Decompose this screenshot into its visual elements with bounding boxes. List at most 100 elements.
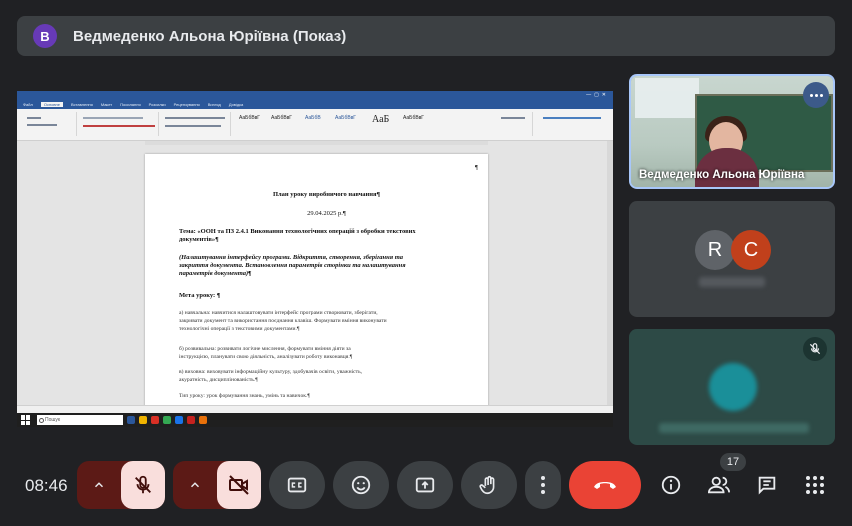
doc-subtopic-line-1: (Налаштування інтерфейсу програми. Відкр… [179,254,404,261]
raise-hand-button[interactable] [461,461,517,509]
word-app-icon[interactable] [127,416,135,424]
camera-control-group [173,461,261,509]
word-status-bar [17,405,613,413]
ribbon-control [543,117,601,119]
meeting-info-button[interactable] [651,465,691,505]
mic-toggle-button[interactable] [121,461,165,509]
browser-icon[interactable] [151,416,159,424]
mic-muted-icon [803,337,827,361]
present-screen-icon [415,477,435,493]
more-options-icon[interactable] [803,82,829,108]
more-vertical-icon [541,476,545,494]
ribbon-tab: Вигляд [207,102,221,107]
emoji-icon [351,475,371,495]
people-button[interactable] [699,465,739,505]
word-title-bar: —▢✕ [17,91,613,100]
document-page[interactable]: ¶ План уроку виробничого навчання¶ 29.04… [145,154,488,414]
explorer-icon[interactable] [139,416,147,424]
closed-captions-icon [287,477,307,493]
vertical-scrollbar[interactable] [607,141,613,413]
doc-goal-c-2: акуратність, дисциплінованість.¶ [179,377,258,383]
ribbon-control [501,117,525,119]
ribbon-tab: Макет [100,102,113,107]
doc-goal-b-1: б) розвивальна: розвивати логічне мислен… [179,346,351,352]
apps-grid-icon [806,476,824,494]
word-ribbon: АаБбВвГ АаБбВвГ АаБбВ АаБбВвГ АаБ АаБбВв… [17,109,613,141]
chat-icon [758,476,776,495]
meet-window: В Ведмеденко Альона Юріївна (Показ) —▢✕ … [0,0,852,526]
more-options-button[interactable] [525,461,561,509]
ribbon-tab: Рецензування [173,102,200,107]
window-controls: —▢✕ [586,92,609,98]
ribbon-control [165,125,221,127]
doc-goal-b-2: інструкцією, планувати свою діяльність, … [179,354,353,360]
doc-lesson-type: Тип уроку: урок формування знань, умінь … [179,393,310,399]
meeting-clock: 08:46 [25,476,68,495]
corner-mark: ¶ [475,164,478,171]
doc-topic-line-2: документів»¶ [179,236,219,243]
doc-goal: Мета уроку: ¶ [179,292,221,299]
app-icon[interactable] [163,416,171,424]
captions-button[interactable] [269,461,325,509]
participant-tile-group[interactable]: R C [629,201,835,317]
hand-icon [479,475,495,495]
horizontal-ruler [145,141,488,145]
presenter-avatar: В [33,24,57,48]
doc-topic-line-1: Тема: «ООН та ПЗ 2.4.1 Виконання техноло… [179,228,416,235]
doc-date: 29.04.2025 р.¶ [307,210,346,217]
presenter-banner: В Ведмеденко Альона Юріївна (Показ) [17,16,835,56]
windows-start-icon[interactable] [21,415,31,425]
doc-title: План уроку виробничого навчання¶ [272,191,381,198]
hang-up-icon [594,482,616,489]
ribbon-control [27,124,57,126]
taskbar-clock [598,418,599,423]
activities-button[interactable] [795,465,835,505]
ribbon-tab-active: Основне [40,102,63,107]
style-sample-large: АаБ [372,114,390,125]
chevron-up-icon [190,482,200,488]
ribbon-tab: Вставлення [70,102,93,107]
presenter-title: Ведмеденко Альона Юріївна (Показ) [73,27,347,45]
style-sample: АаБбВ [305,115,321,121]
style-sample: АаБбВвГ [403,115,425,121]
reactions-button[interactable] [333,461,389,509]
doc-subtopic-line-3: параметрів документа)¶ [179,270,252,277]
ribbon-tab: Розсилки [148,102,166,107]
ribbon-control [83,125,155,127]
info-icon [661,475,681,495]
word-ribbon-tabs: Файл Основне Вставлення Макет Посилання … [17,100,613,109]
camera-off-icon [229,475,249,495]
doc-goal-a-3: технологічні операції з текстовими докум… [179,326,300,332]
taskbar-search-box[interactable]: Пошук [37,415,123,425]
ribbon-control [27,117,41,119]
camera-toggle-button[interactable] [217,461,261,509]
app-icon[interactable] [175,416,183,424]
participant-tile-presenter[interactable]: Ведмеденко Альона Юріївна [629,74,835,189]
ribbon-tab: Посилання [120,102,141,107]
camera-poster [635,78,699,118]
leave-call-button[interactable] [569,461,641,509]
ribbon-control [83,117,143,119]
ribbon-tab: Довідка [228,102,244,107]
participant-tile-muted[interactable] [629,329,835,445]
mic-control-group [77,461,165,509]
style-sample: АаБбВвГ [239,115,261,121]
chat-button[interactable] [747,465,787,505]
app-icon[interactable] [199,416,207,424]
paragraph-group [161,112,231,136]
app-icon[interactable] [187,416,195,424]
participant-name-blurred [699,277,765,287]
people-icon [707,476,730,494]
participant-avatar-r: R [695,230,735,270]
audio-settings-button[interactable] [77,461,121,509]
word-title-text [314,93,315,98]
video-settings-button[interactable] [173,461,217,509]
shared-screen[interactable]: —▢✕ Файл Основне Вставлення Макет Посила… [17,91,613,427]
font-group [79,112,159,136]
present-button[interactable] [397,461,453,509]
editing-group [493,112,533,136]
chevron-up-icon [94,482,104,488]
style-sample: АаБбВвГ [335,115,357,121]
participant-avatar-blurred [709,363,757,411]
participant-name-blurred [659,423,809,433]
